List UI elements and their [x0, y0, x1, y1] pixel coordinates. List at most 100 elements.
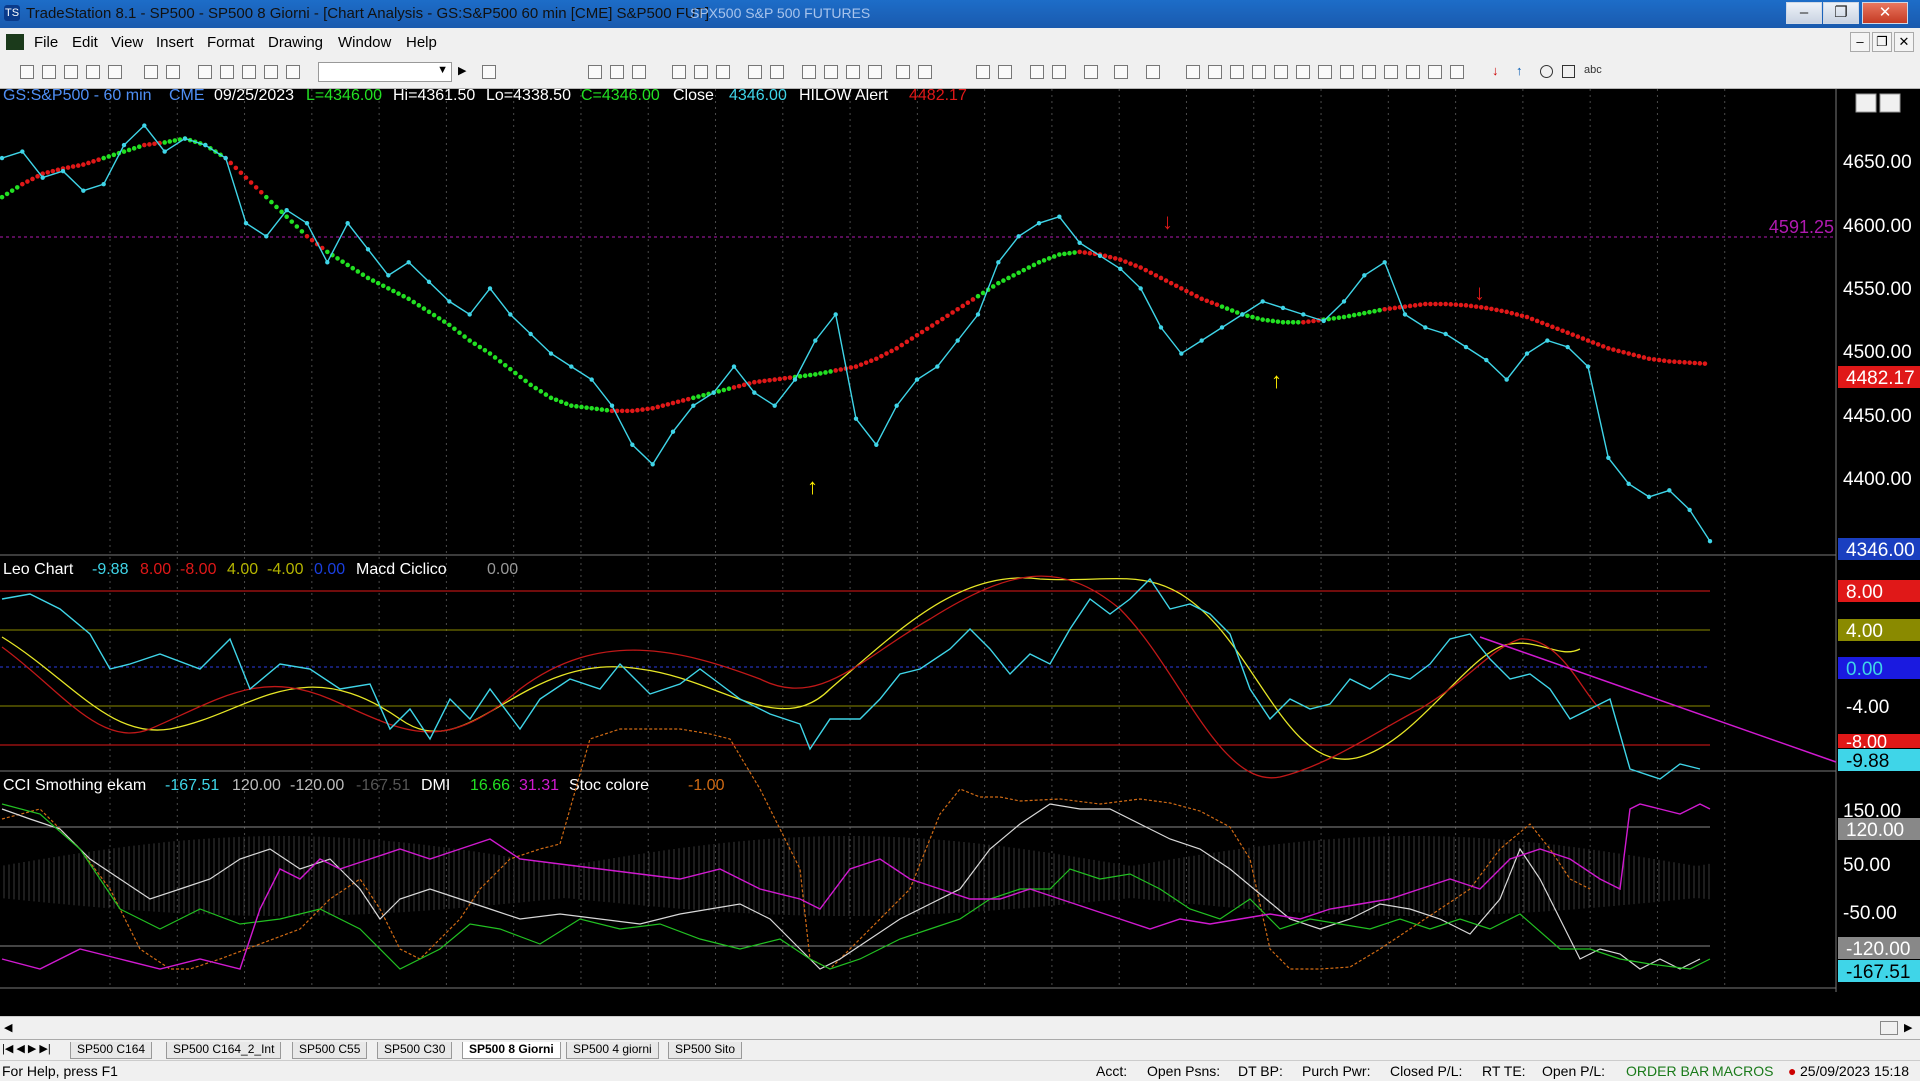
- move-icon[interactable]: [896, 65, 910, 79]
- menu-help[interactable]: Help: [406, 34, 437, 51]
- mdi-restore-button[interactable]: ❐: [1872, 32, 1892, 52]
- zoom-out-icon[interactable]: [998, 65, 1012, 79]
- horizontal-scrollbar[interactable]: ◀ ▶: [0, 1016, 1920, 1039]
- scanner-icon[interactable]: [770, 65, 784, 79]
- channel-icon[interactable]: [1362, 65, 1376, 79]
- hilow-alert-point: [1656, 357, 1662, 363]
- save-icon[interactable]: [86, 65, 100, 79]
- chart-scatter-icon[interactable]: [716, 65, 730, 79]
- text-tool-icon[interactable]: abc: [1584, 64, 1602, 76]
- hilow-alert-point: [1570, 332, 1576, 337]
- zoom-in-icon[interactable]: [976, 65, 990, 79]
- list-icon[interactable]: [610, 65, 624, 79]
- radar-icon[interactable]: [748, 65, 762, 79]
- tab-sp500-c164[interactable]: SP500 C164: [70, 1042, 153, 1059]
- chart-minimize-button[interactable]: [1855, 93, 1877, 113]
- chart-doc-icon[interactable]: [6, 34, 24, 50]
- horizontal-lines-icon[interactable]: [1230, 65, 1244, 79]
- hilow-alert-point: [543, 392, 549, 397]
- vertical-lines-icon[interactable]: [1208, 65, 1222, 79]
- symbol-combo[interactable]: ▼: [318, 62, 452, 82]
- cut-icon[interactable]: [198, 65, 212, 79]
- price-point: [1118, 266, 1123, 272]
- arrow-up-blue-icon[interactable]: ↑: [1516, 63, 1523, 78]
- mdi-close-button[interactable]: ✕: [1894, 32, 1914, 52]
- copy-icon[interactable]: [220, 65, 234, 79]
- menu-format[interactable]: Format: [207, 34, 255, 51]
- menu-file[interactable]: File: [34, 34, 58, 51]
- tab-sp500-c30[interactable]: SP500 C30: [377, 1042, 453, 1059]
- grid-icon[interactable]: [588, 65, 602, 79]
- crosshair-icon[interactable]: [1052, 65, 1066, 79]
- tab-sp500-c164-2-int[interactable]: SP500 C164_2_Int: [166, 1042, 282, 1059]
- speed-lines-icon[interactable]: [1296, 65, 1310, 79]
- chart-area[interactable]: GS:S&P500 - 60 min CME 09/25/2023 L=4346…: [0, 89, 1920, 992]
- snap-icon[interactable]: [1146, 65, 1160, 79]
- save-workspace-icon[interactable]: [108, 65, 122, 79]
- tab-sp500-c55[interactable]: SP500 C55: [292, 1042, 368, 1059]
- trendline-icon[interactable]: [1186, 65, 1200, 79]
- pointer-icon[interactable]: [1030, 65, 1044, 79]
- menu-window[interactable]: Window: [338, 34, 391, 51]
- table-icon[interactable]: [632, 65, 646, 79]
- status-order-bar[interactable]: ORDER BAR: [1626, 1063, 1709, 1079]
- rectangle-icon[interactable]: [1562, 65, 1575, 78]
- status-macros[interactable]: MACROS: [1712, 1063, 1773, 1079]
- regression-icon[interactable]: [1340, 65, 1354, 79]
- gann-fan-icon[interactable]: [1274, 65, 1288, 79]
- close-button[interactable]: ✕: [1862, 2, 1908, 24]
- analysis-icon[interactable]: [824, 65, 838, 79]
- andrews-pitchfork-icon[interactable]: [1318, 65, 1332, 79]
- price-chart-svg[interactable]: GS:S&P500 - 60 min CME 09/25/2023 L=4346…: [0, 89, 1920, 992]
- arrow-down-red-icon[interactable]: ↓: [1492, 63, 1499, 78]
- arc-icon[interactable]: [1428, 65, 1442, 79]
- paste-icon[interactable]: [264, 65, 278, 79]
- price-point: [1606, 455, 1611, 460]
- price-point: [1707, 538, 1713, 544]
- fib-time-icon[interactable]: [1406, 65, 1420, 79]
- menu-insert[interactable]: Insert: [156, 34, 194, 51]
- indicator-icon[interactable]: [868, 65, 882, 79]
- new-icon[interactable]: [20, 65, 34, 79]
- insert-object-icon[interactable]: [1114, 65, 1128, 79]
- tab-nav-first-icon[interactable]: |◀ ◀ ▶ ▶|: [2, 1042, 51, 1055]
- scroll-right-icon[interactable]: ▶: [1904, 1021, 1912, 1034]
- magnifier-icon[interactable]: [482, 65, 496, 79]
- globe-icon[interactable]: [802, 65, 816, 79]
- hilow-alert-point: [1112, 256, 1118, 261]
- hilow-alert-point: [1545, 322, 1550, 328]
- hammer-icon[interactable]: [1084, 65, 1098, 79]
- parallel-icon[interactable]: [1384, 65, 1398, 79]
- print-preview-icon[interactable]: [144, 65, 158, 79]
- scroll-thumb[interactable]: [1880, 1021, 1898, 1035]
- mdi-minimize-button[interactable]: –: [1850, 32, 1870, 52]
- open-workspace-icon[interactable]: [64, 65, 78, 79]
- chart-line-icon[interactable]: [672, 65, 686, 79]
- format-icon[interactable]: [286, 65, 300, 79]
- menu-drawing[interactable]: Drawing: [268, 34, 323, 51]
- chart-restore-button[interactable]: [1879, 93, 1901, 113]
- hilow-alert-point: [1224, 306, 1230, 311]
- price-tick: 4550.00: [1843, 279, 1912, 300]
- tab-sp500-sito[interactable]: SP500 Sito: [668, 1042, 743, 1059]
- tab-sp500-8-giorni[interactable]: SP500 8 Giorni: [462, 1042, 561, 1059]
- tab-sp500-4-giorni[interactable]: SP500 4 giorni: [566, 1042, 659, 1059]
- lock-icon[interactable]: [242, 65, 256, 79]
- menu-edit[interactable]: Edit: [72, 34, 98, 51]
- bars-icon[interactable]: [846, 65, 860, 79]
- open-icon[interactable]: [42, 65, 56, 79]
- hilow-alert-point: [848, 365, 854, 370]
- chart-bar-icon[interactable]: [694, 65, 708, 79]
- restore-button[interactable]: ❐: [1823, 2, 1859, 24]
- minimize-button[interactable]: –: [1786, 2, 1822, 24]
- ellipse-icon[interactable]: [1540, 65, 1553, 78]
- fibonacci-icon[interactable]: [1252, 65, 1266, 79]
- hilow-alert-point: [1468, 303, 1474, 309]
- pen-icon[interactable]: [1450, 65, 1464, 79]
- expand-icon[interactable]: [918, 65, 932, 79]
- menu-view[interactable]: View: [111, 34, 143, 51]
- price-point: [1219, 325, 1225, 330]
- chevron-right-icon[interactable]: ▶: [458, 64, 466, 77]
- scroll-left-icon[interactable]: ◀: [4, 1021, 12, 1034]
- print-icon[interactable]: [166, 65, 180, 79]
